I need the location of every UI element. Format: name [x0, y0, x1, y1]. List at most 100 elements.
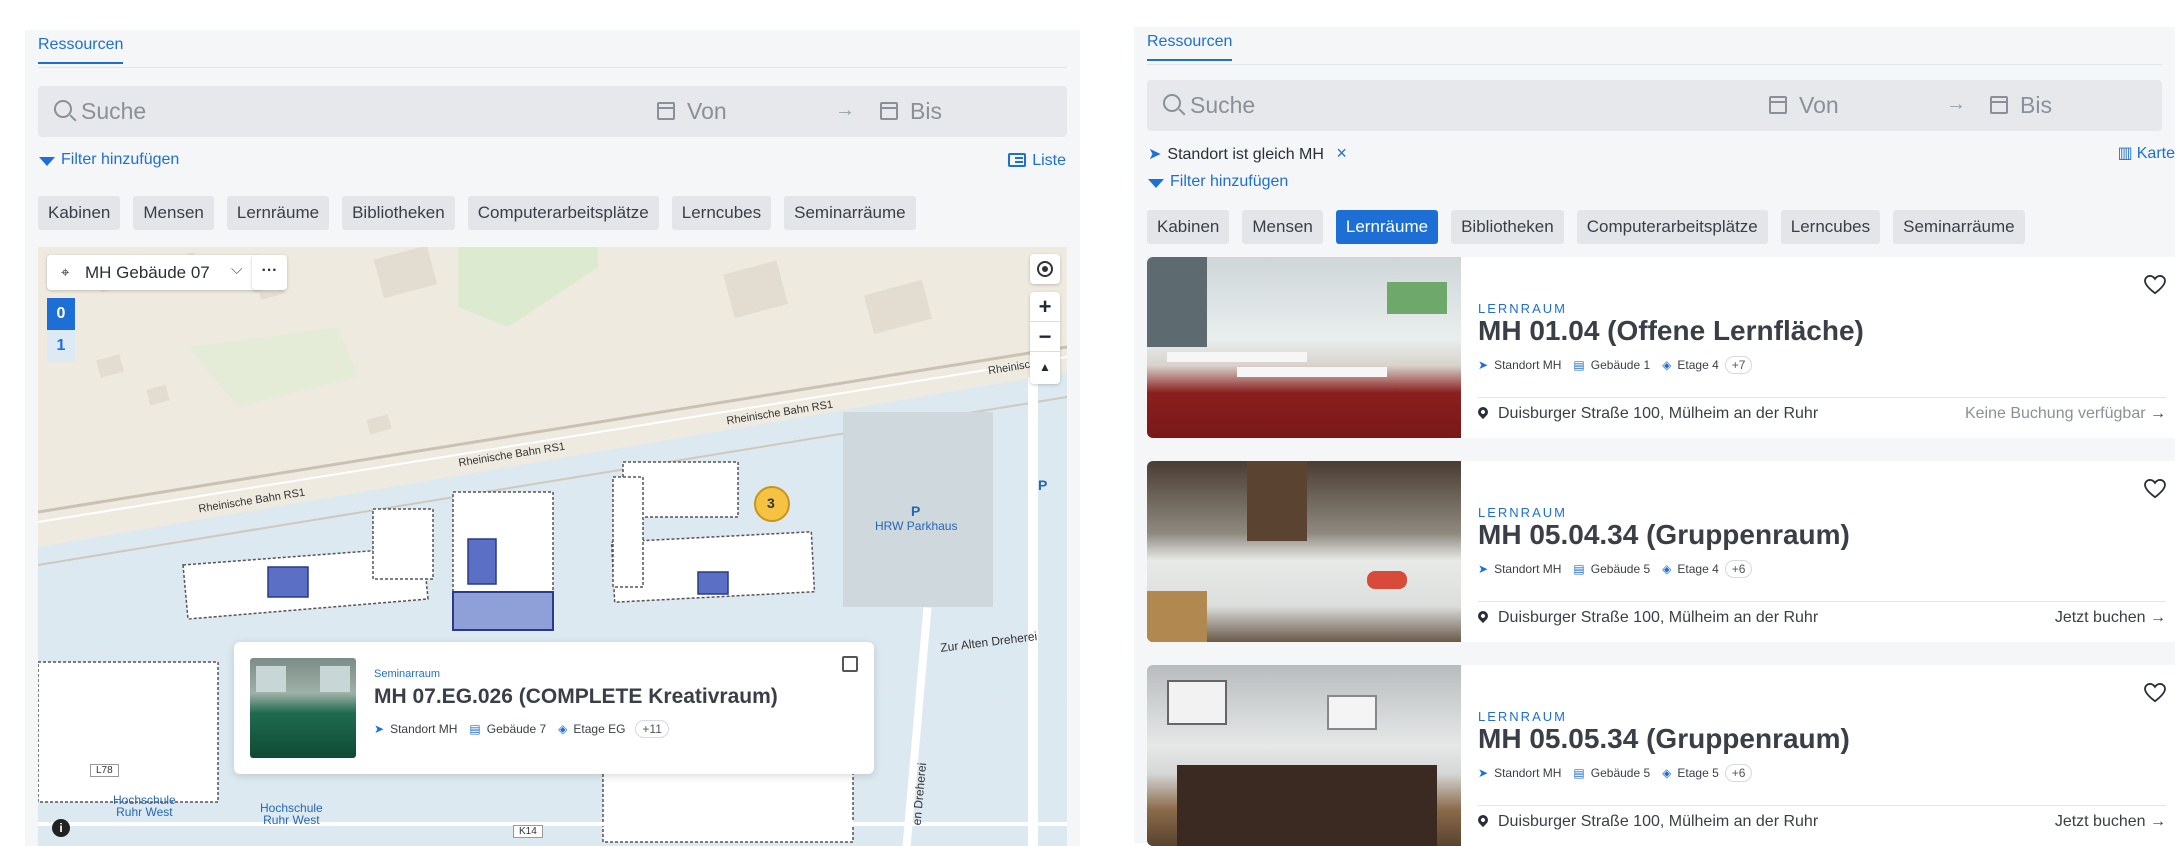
more-tags-badge: +7 — [1724, 356, 1753, 374]
add-filter-button[interactable]: Filter hinzufügen — [39, 151, 179, 169]
etage-label: Etage 5 — [1677, 766, 1719, 780]
zoom-out-button[interactable]: − — [1030, 322, 1060, 352]
booking-action[interactable]: Keine Buchung verfügbar → — [1965, 405, 2166, 423]
result-meta: ➤ Standort MH ▤ Gebäude 5 ◈ Etage 5 +6 — [1478, 764, 1753, 782]
floor-button-0[interactable]: 0 — [47, 298, 75, 330]
favorite-heart-icon[interactable] — [2144, 275, 2166, 295]
locate-me-button[interactable] — [1030, 254, 1060, 284]
result-meta: ➤ Standort MH ▤ Gebäude 1 ◈ Etage 4 +7 — [1478, 356, 1753, 374]
result-title[interactable]: MH 01.04 (Offene Lernfläche) — [1478, 315, 1864, 347]
category-chip[interactable]: Mensen — [133, 196, 214, 230]
compass-icon[interactable]: ▲ — [1030, 352, 1060, 382]
remove-filter-icon[interactable]: × — [1336, 143, 1347, 163]
campus-map[interactable]: Rheinische Bahn RS1 Rheinische Bahn RS1 … — [38, 247, 1067, 846]
more-tags-badge: +11 — [635, 720, 669, 738]
building-icon: ▤ — [1573, 358, 1585, 372]
tab-ressourcen[interactable]: Ressourcen — [1147, 33, 1233, 61]
book-now-button[interactable]: Jetzt buchen → — [2055, 813, 2166, 831]
location-pin-icon: ⌖ — [61, 264, 70, 281]
category-chip[interactable]: Seminarräume — [1893, 210, 2025, 244]
tab-bar: Ressourcen — [1147, 27, 2162, 65]
more-options-button[interactable]: ··· — [252, 255, 287, 290]
category-chip[interactable]: Bibliotheken — [342, 196, 455, 230]
category-chip[interactable]: Bibliotheken — [1451, 210, 1564, 244]
search-bar[interactable]: Suche Von → Bis — [1147, 80, 2162, 131]
search-input[interactable]: Suche — [1190, 92, 1255, 119]
map-label-parking: P — [911, 503, 921, 519]
calendar-icon — [657, 102, 675, 120]
more-tags-badge: +6 — [1724, 764, 1753, 782]
photo-chairs — [1177, 765, 1437, 846]
info-button[interactable]: i — [52, 819, 70, 837]
etage-label: Etage EG — [573, 722, 626, 736]
map-label-bus-stop: Hochschule Ruhr West — [260, 801, 323, 827]
add-filter-button[interactable]: Filter hinzufügen — [1148, 173, 1288, 191]
list-view-toggle[interactable]: Liste — [1008, 151, 1066, 170]
photo-table — [1167, 352, 1307, 362]
active-filter-tag[interactable]: ➤ Standort ist gleich MH × — [1148, 143, 1347, 164]
category-chip-active[interactable]: Lernräume — [1335, 210, 1439, 244]
result-body: LERNRAUM MH 05.05.34 (Gruppenraum) ➤ Stan… — [1475, 665, 2175, 846]
result-title[interactable]: MH 05.04.34 (Gruppenraum) — [1478, 519, 1850, 551]
favorite-heart-icon[interactable] — [2144, 479, 2166, 499]
date-range-arrow: → — [835, 99, 855, 121]
gebaeude-label: Gebäude 5 — [1590, 562, 1651, 576]
category-chip[interactable]: Kabinen — [1147, 210, 1230, 244]
result-card[interactable]: LERNRAUM MH 01.04 (Offene Lernfläche) ➤ S… — [1147, 257, 2175, 438]
category-chip[interactable]: Lernräume — [226, 196, 330, 230]
navigation-icon: ➤ — [1478, 358, 1489, 372]
category-chip[interactable]: Lerncubes — [1780, 210, 1881, 244]
cluster-count[interactable]: 3 — [767, 495, 775, 511]
add-filter-label: Filter hinzufügen — [1170, 173, 1289, 190]
location-select-value: MH Gebäude 07 — [85, 263, 210, 282]
floor-button-1[interactable]: 1 — [47, 330, 75, 362]
result-title[interactable]: MH 05.05.34 (Gruppenraum) — [1478, 723, 1850, 755]
category-chip[interactable]: Mensen — [1242, 210, 1323, 244]
more-icon: ··· — [261, 262, 278, 279]
category-chip[interactable]: Lerncubes — [671, 196, 772, 230]
date-range-arrow: → — [1946, 93, 1966, 115]
calendar-icon — [880, 102, 898, 120]
navigation-icon: ➤ — [374, 722, 385, 736]
date-to-input[interactable]: Bis — [910, 98, 942, 125]
photo-picture — [1387, 282, 1447, 314]
zoom-in-button[interactable]: + — [1030, 292, 1060, 322]
category-chip[interactable]: Kabinen — [38, 196, 121, 230]
building-icon: ▤ — [1573, 766, 1585, 780]
address-label: Duisburger Straße 100, Mülheim an der Ru… — [1498, 405, 1819, 422]
chevron-down-icon: ⌵ — [231, 261, 243, 278]
category-chip[interactable]: Computerarbeitsplätze — [1576, 210, 1768, 244]
arrow-right-icon: → — [2150, 609, 2166, 626]
result-meta: ➤ Standort MH ▤ Gebäude 5 ◈ Etage 4 +6 — [1478, 560, 1753, 578]
result-photo — [1147, 461, 1461, 642]
gebaeude-label: Gebäude 5 — [1590, 766, 1651, 780]
tab-ressourcen[interactable]: Ressourcen — [38, 36, 124, 64]
result-card[interactable]: LERNRAUM MH 05.04.34 (Gruppenraum) ➤ Stan… — [1147, 461, 2175, 642]
resource-popup[interactable]: Seminarraum MH 07.EG.026 (COMPLETE Kreat… — [234, 642, 874, 774]
date-from-input[interactable]: Von — [687, 98, 727, 125]
book-now-button[interactable]: Jetzt buchen → — [2055, 609, 2166, 627]
map-pin-icon — [1475, 404, 1491, 420]
result-photo — [1147, 665, 1461, 846]
filter-icon — [39, 157, 55, 166]
external-link-icon[interactable] — [842, 656, 858, 672]
date-from-input[interactable]: Von — [1799, 92, 1839, 119]
favorite-heart-icon[interactable] — [2144, 683, 2166, 703]
category-chip[interactable]: Seminarräume — [784, 196, 916, 230]
navigation-icon: ➤ — [1478, 562, 1489, 576]
date-to-input[interactable]: Bis — [2020, 92, 2052, 119]
map-view-label: Karte — [2136, 145, 2175, 162]
search-input[interactable]: Suche — [81, 98, 146, 125]
map-label-road: L78 — [90, 764, 119, 777]
result-card[interactable]: LERNRAUM MH 05.05.34 (Gruppenraum) ➤ Stan… — [1147, 665, 2175, 846]
map-label-parking: P — [1038, 477, 1048, 493]
standort-label: Standort MH — [1494, 562, 1562, 576]
address-label: Duisburger Straße 100, Mülheim an der Ru… — [1498, 609, 1819, 626]
photo-board — [1167, 680, 1227, 725]
zoom-controls: + − ▲ — [1030, 292, 1060, 384]
map-view-toggle[interactable]: ▥ Karte — [2118, 143, 2175, 163]
search-bar[interactable]: Suche Von → Bis — [38, 86, 1067, 137]
gebaeude-label: Gebäude 1 — [1590, 358, 1651, 372]
location-select[interactable]: ⌖ MH Gebäude 07 ⌵ — [47, 255, 261, 290]
category-chip[interactable]: Computerarbeitsplätze — [467, 196, 659, 230]
